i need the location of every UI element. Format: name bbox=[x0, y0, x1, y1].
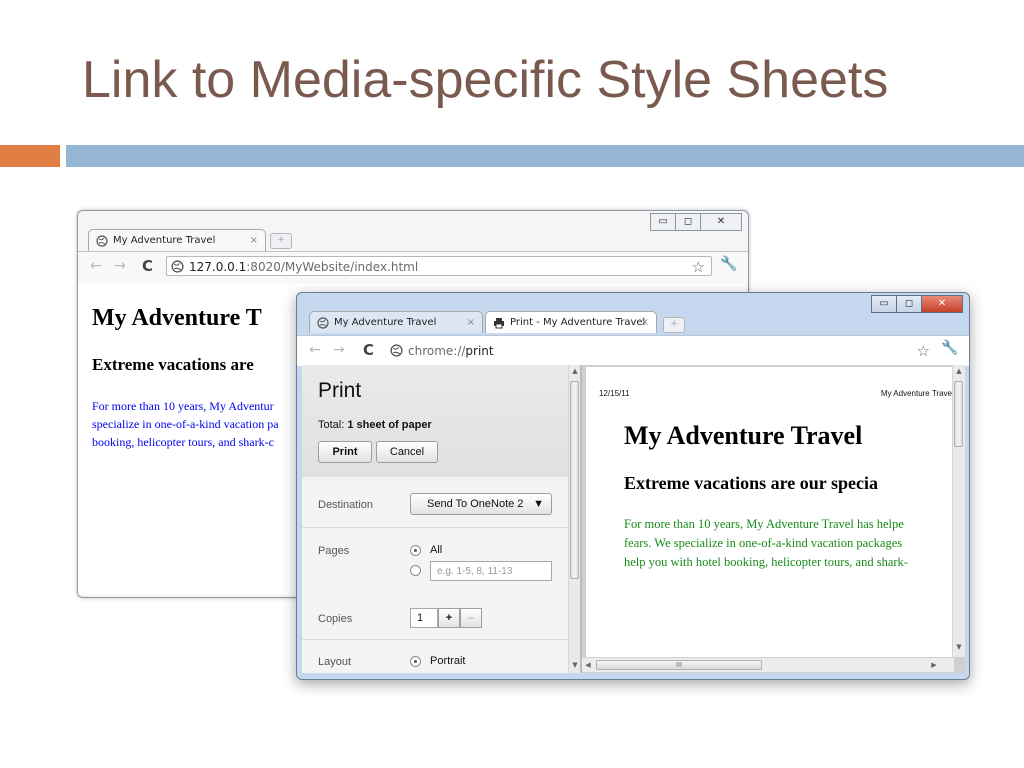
layout-portrait-label: Portrait bbox=[430, 655, 466, 667]
url-host: 127.0.0.1 bbox=[189, 260, 247, 274]
copies-input[interactable]: 1 bbox=[410, 608, 438, 628]
dropdown-arrow-icon: ▼ bbox=[533, 498, 544, 510]
reload-icon[interactable]: C bbox=[142, 257, 153, 275]
globe-icon bbox=[317, 317, 329, 329]
divider bbox=[302, 639, 568, 640]
tab-print[interactable]: Print - My Adventure Travel × bbox=[485, 311, 657, 333]
print-total-value: 1 sheet of paper bbox=[347, 419, 432, 431]
divider bbox=[302, 527, 568, 528]
pages-all-radio[interactable] bbox=[410, 545, 421, 556]
preview-page: 12/15/11 My Adventure Trave My Adventure… bbox=[586, 367, 952, 657]
preview-date: 12/15/11 bbox=[599, 389, 630, 398]
print-settings-panel: Print Total: 1 sheet of paper Print Canc… bbox=[302, 365, 568, 673]
scroll-right-icon[interactable]: ▶ bbox=[928, 661, 940, 669]
window-controls: ▭ ◻ ✕ bbox=[871, 295, 963, 313]
navigation-bar: ← → C chrome://print ☆ 🔧 bbox=[297, 335, 969, 366]
bookmark-star-icon[interactable]: ☆ bbox=[917, 341, 930, 361]
preview-header-title: My Adventure Trave bbox=[880, 389, 952, 398]
url-path: print bbox=[465, 344, 494, 358]
minimize-button[interactable]: ▭ bbox=[871, 295, 897, 313]
scrollbar-thumb[interactable] bbox=[954, 381, 963, 447]
globe-icon bbox=[96, 235, 108, 247]
maximize-button[interactable]: ◻ bbox=[675, 213, 701, 231]
globe-icon bbox=[171, 260, 184, 273]
back-forward-icon[interactable]: ← → bbox=[90, 258, 130, 274]
close-button[interactable]: ✕ bbox=[700, 213, 742, 231]
pages-all-label: All bbox=[430, 544, 443, 556]
url-scheme: chrome:// bbox=[408, 344, 466, 358]
preview-horizontal-scrollbar[interactable]: ◀ III ▶ bbox=[582, 657, 954, 672]
print-title: Print bbox=[318, 379, 362, 402]
wrench-icon[interactable]: 🔧 bbox=[941, 340, 958, 356]
printer-icon bbox=[494, 318, 504, 329]
slide-title: Link to Media-specific Style Sheets bbox=[82, 51, 889, 109]
accent-bar-orange bbox=[0, 145, 60, 167]
scrollbar-thumb[interactable] bbox=[570, 381, 579, 579]
tab-my-adventure-travel[interactable]: My Adventure Travel × bbox=[88, 229, 266, 251]
cancel-button[interactable]: Cancel bbox=[376, 441, 438, 463]
print-preview: 12/15/11 My Adventure Trave My Adventure… bbox=[582, 365, 965, 673]
copies-decrement-button[interactable]: – bbox=[460, 608, 482, 628]
tab-label: My Adventure Travel bbox=[334, 317, 437, 328]
navigation-bar: ← → C 127.0.0.1:8020/MyWebsite/index.htm… bbox=[78, 251, 748, 282]
maximize-button[interactable]: ◻ bbox=[896, 295, 922, 313]
tab-label: Print - My Adventure Travel bbox=[510, 317, 646, 328]
scrollbar-thumb[interactable]: III bbox=[596, 660, 762, 670]
layout-label: Layout bbox=[318, 656, 352, 668]
scroll-down-icon[interactable]: ▼ bbox=[953, 643, 965, 651]
browser-window-print: ▭ ◻ ✕ My Adventure Travel × Print - My A… bbox=[296, 292, 970, 680]
preview-paragraph: For more than 10 years, My Adventure Tra… bbox=[624, 517, 908, 569]
tab-close-icon[interactable]: × bbox=[641, 312, 649, 333]
page-paragraph: For more than 10 years, My Adventur spec… bbox=[92, 399, 279, 449]
scroll-up-icon[interactable]: ▲ bbox=[953, 367, 965, 375]
tab-my-adventure-travel[interactable]: My Adventure Travel × bbox=[309, 311, 483, 333]
wrench-icon[interactable]: 🔧 bbox=[720, 256, 737, 272]
pages-label: Pages bbox=[318, 545, 350, 557]
close-button[interactable]: ✕ bbox=[921, 295, 963, 313]
new-tab-button[interactable]: + bbox=[270, 233, 292, 249]
preview-heading: My Adventure Travel bbox=[624, 421, 863, 450]
address-bar[interactable]: 127.0.0.1:8020/MyWebsite/index.html ☆ bbox=[166, 256, 712, 276]
address-bar[interactable]: chrome://print ☆ bbox=[385, 340, 937, 360]
reload-icon[interactable]: C bbox=[363, 341, 374, 359]
tab-close-icon[interactable]: × bbox=[467, 312, 475, 333]
tab-label: My Adventure Travel bbox=[113, 235, 216, 246]
print-button[interactable]: Print bbox=[318, 441, 372, 463]
layout-portrait-radio[interactable] bbox=[410, 656, 421, 667]
new-tab-button[interactable]: + bbox=[663, 317, 685, 333]
tab-close-icon[interactable]: × bbox=[250, 230, 258, 251]
destination-label: Destination bbox=[318, 499, 374, 511]
page-heading: My Adventure T bbox=[92, 305, 262, 331]
print-total: Total: 1 sheet of paper bbox=[318, 419, 432, 431]
back-forward-icon[interactable]: ← → bbox=[309, 342, 349, 358]
window-controls: ▭ ◻ ✕ bbox=[650, 213, 742, 231]
pages-range-input[interactable]: e.g. 1-5, 8, 11-13 bbox=[430, 561, 552, 581]
minimize-button[interactable]: ▭ bbox=[650, 213, 676, 231]
bookmark-star-icon[interactable]: ☆ bbox=[692, 257, 705, 277]
page-subheading: Extreme vacations are bbox=[92, 355, 254, 374]
scroll-left-icon[interactable]: ◀ bbox=[582, 661, 594, 669]
print-header: Print Total: 1 sheet of paper Print Canc… bbox=[302, 365, 568, 477]
preview-vertical-scrollbar[interactable]: ▲ ▼ bbox=[952, 365, 965, 657]
copies-increment-button[interactable]: + bbox=[438, 608, 460, 628]
globe-icon bbox=[390, 344, 403, 357]
accent-bar-blue bbox=[66, 145, 1024, 167]
pages-range-radio[interactable] bbox=[410, 565, 421, 576]
preview-subheading: Extreme vacations are our specia bbox=[624, 473, 878, 493]
destination-select[interactable]: Send To OneNote 2 ▼ bbox=[410, 493, 552, 515]
url-rest: :8020/MyWebsite/index.html bbox=[246, 260, 419, 274]
copies-label: Copies bbox=[318, 613, 353, 625]
